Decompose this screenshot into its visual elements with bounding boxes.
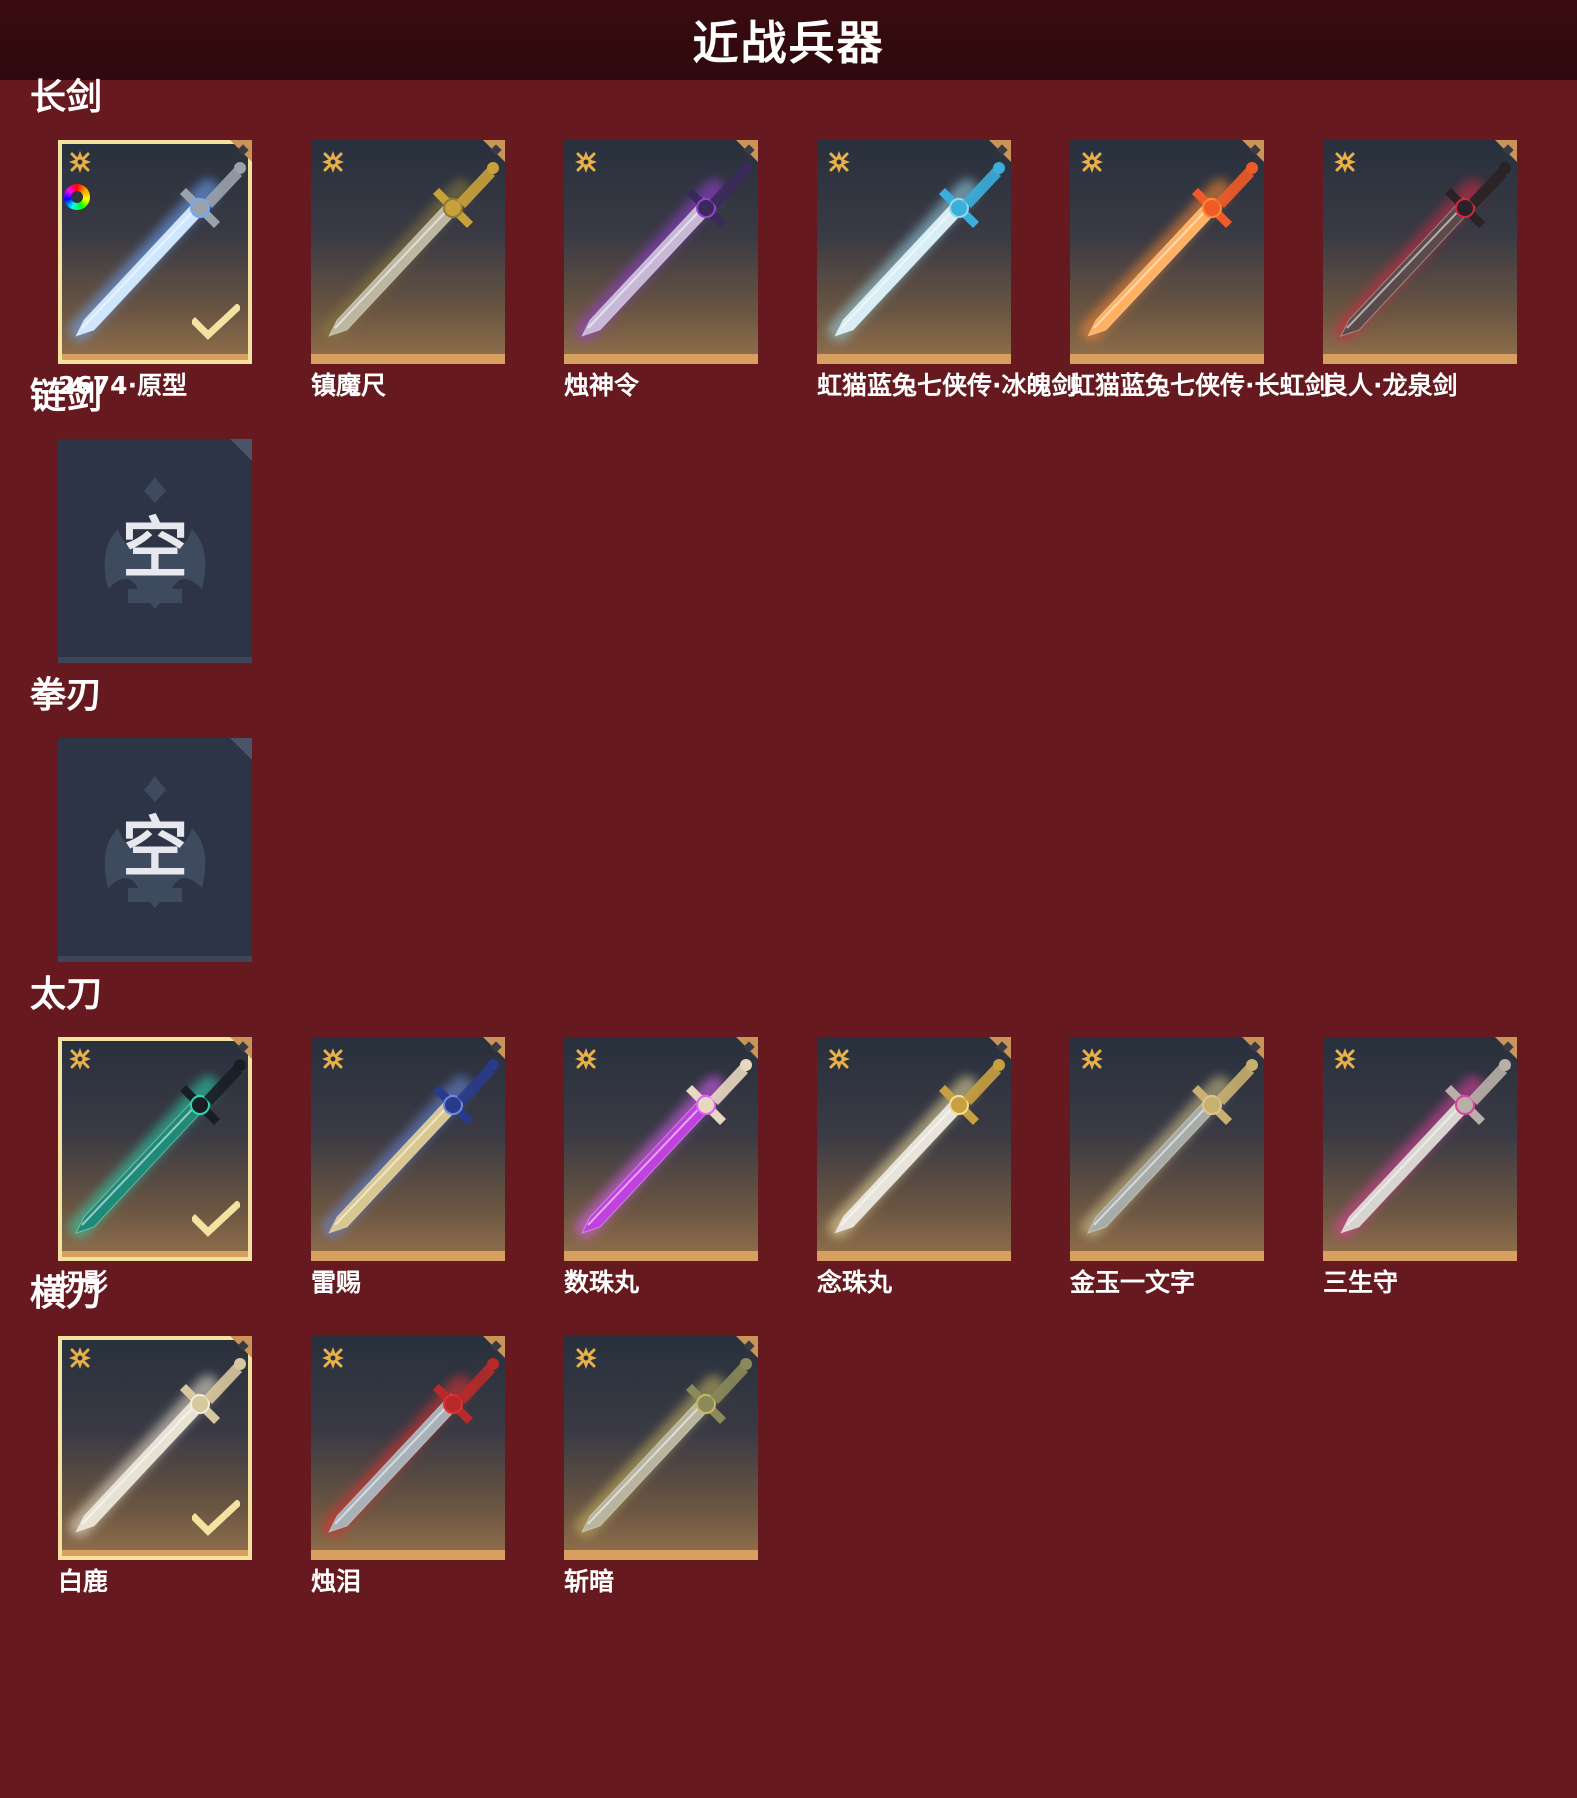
weapon-card-frame: [311, 1336, 505, 1560]
weapon-card[interactable]: 白鹿: [58, 1336, 252, 1598]
weapon-card[interactable]: 烛神令: [564, 140, 758, 402]
four-point-star-icon: [322, 1347, 344, 1369]
weapon-card-frame: [1323, 140, 1517, 364]
weapon-card-frame: [564, 140, 758, 364]
checkmark-icon: [192, 1500, 240, 1536]
weapon-card[interactable]: 虹猫蓝兔七侠传·冰魄剑: [817, 140, 1077, 402]
weapon-name: 斩暗: [564, 1567, 615, 1596]
weapon-card[interactable]: 切影: [58, 1037, 252, 1299]
section-title: 拳刃: [30, 675, 103, 716]
weapon-card-frame: [311, 140, 505, 364]
weapon-name: 虹猫蓝兔七侠传·长虹剑: [1070, 371, 1330, 400]
section-title: 横刀: [30, 1273, 103, 1314]
weapon-name: 烛泪: [311, 1567, 362, 1596]
section-title: 链剑: [30, 376, 103, 417]
weapon-card-frame: [564, 1037, 758, 1261]
weapon-card[interactable]: 烛泪: [311, 1336, 505, 1598]
corner-tab-icon: [230, 439, 252, 461]
color-wheel-icon: [64, 184, 90, 210]
weapon-card[interactable]: 三生守: [1323, 1037, 1517, 1299]
weapon-card-frame: [1323, 1037, 1517, 1261]
four-point-star-icon: [575, 151, 597, 173]
section-title: 太刀: [30, 974, 103, 1015]
weapon-name: 良人·龙泉剑: [1323, 371, 1458, 400]
empty-slot-frame: 空: [58, 738, 252, 962]
empty-slot-label: 空: [122, 510, 188, 587]
weapon-name: 烛神令: [564, 371, 640, 400]
empty-slot-frame: 空: [58, 439, 252, 663]
weapon-name: 雷赐: [311, 1268, 362, 1297]
page-header: 近战兵器: [0, 0, 1577, 80]
four-point-star-icon: [69, 1048, 91, 1070]
page-title: 近战兵器: [692, 16, 885, 70]
weapon-card[interactable]: 雷赐: [311, 1037, 505, 1299]
four-point-star-icon: [69, 151, 91, 173]
weapon-card[interactable]: 斩暗: [564, 1336, 758, 1598]
section-title: 长剑: [30, 77, 103, 118]
weapon-card-frame: [311, 1037, 505, 1261]
weapon-name: 数珠丸: [564, 1268, 640, 1297]
corner-tab-icon: [230, 738, 252, 760]
weapon-card-frame: [1070, 1037, 1264, 1261]
weapon-card-frame: [817, 1037, 1011, 1261]
four-point-star-icon: [322, 151, 344, 173]
four-point-star-icon: [1334, 151, 1356, 173]
weapon-card-frame: [58, 1336, 252, 1560]
weapon-card[interactable]: 念珠丸: [817, 1037, 1011, 1299]
weapon-name: 念珠丸: [817, 1268, 893, 1297]
weapon-name: 虹猫蓝兔七侠传·冰魄剑: [817, 371, 1077, 400]
weapon-card-frame: [1070, 140, 1264, 364]
four-point-star-icon: [1081, 1048, 1103, 1070]
weapon-card-frame: [58, 140, 252, 364]
four-point-star-icon: [575, 1347, 597, 1369]
four-point-star-icon: [1081, 151, 1103, 173]
weapon-card[interactable]: 数珠丸: [564, 1037, 758, 1299]
weapon-name: 三生守: [1323, 1268, 1399, 1297]
four-point-star-icon: [828, 151, 850, 173]
weapon-card[interactable]: 金玉一文字: [1070, 1037, 1264, 1299]
four-point-star-icon: [1334, 1048, 1356, 1070]
weapon-card-frame: [817, 140, 1011, 364]
weapon-card[interactable]: 虹猫蓝兔七侠传·长虹剑: [1070, 140, 1330, 402]
checkmark-icon: [192, 1201, 240, 1237]
empty-slot-label: 空: [122, 809, 188, 886]
weapon-card[interactable]: 2674·原型: [58, 140, 252, 402]
weapon-card-frame: [564, 1336, 758, 1560]
checkmark-icon: [192, 304, 240, 340]
empty-slot-card[interactable]: 空: [58, 439, 252, 663]
weapon-card[interactable]: 良人·龙泉剑: [1323, 140, 1517, 402]
four-point-star-icon: [575, 1048, 597, 1070]
weapon-card-frame: [58, 1037, 252, 1261]
weapon-name: 金玉一文字: [1070, 1268, 1196, 1297]
four-point-star-icon: [828, 1048, 850, 1070]
weapon-card[interactable]: 镇魔尺: [311, 140, 505, 402]
weapon-name: 白鹿: [58, 1567, 109, 1596]
empty-slot-card[interactable]: 空: [58, 738, 252, 962]
four-point-star-icon: [69, 1347, 91, 1369]
four-point-star-icon: [322, 1048, 344, 1070]
weapon-name: 镇魔尺: [311, 371, 387, 400]
